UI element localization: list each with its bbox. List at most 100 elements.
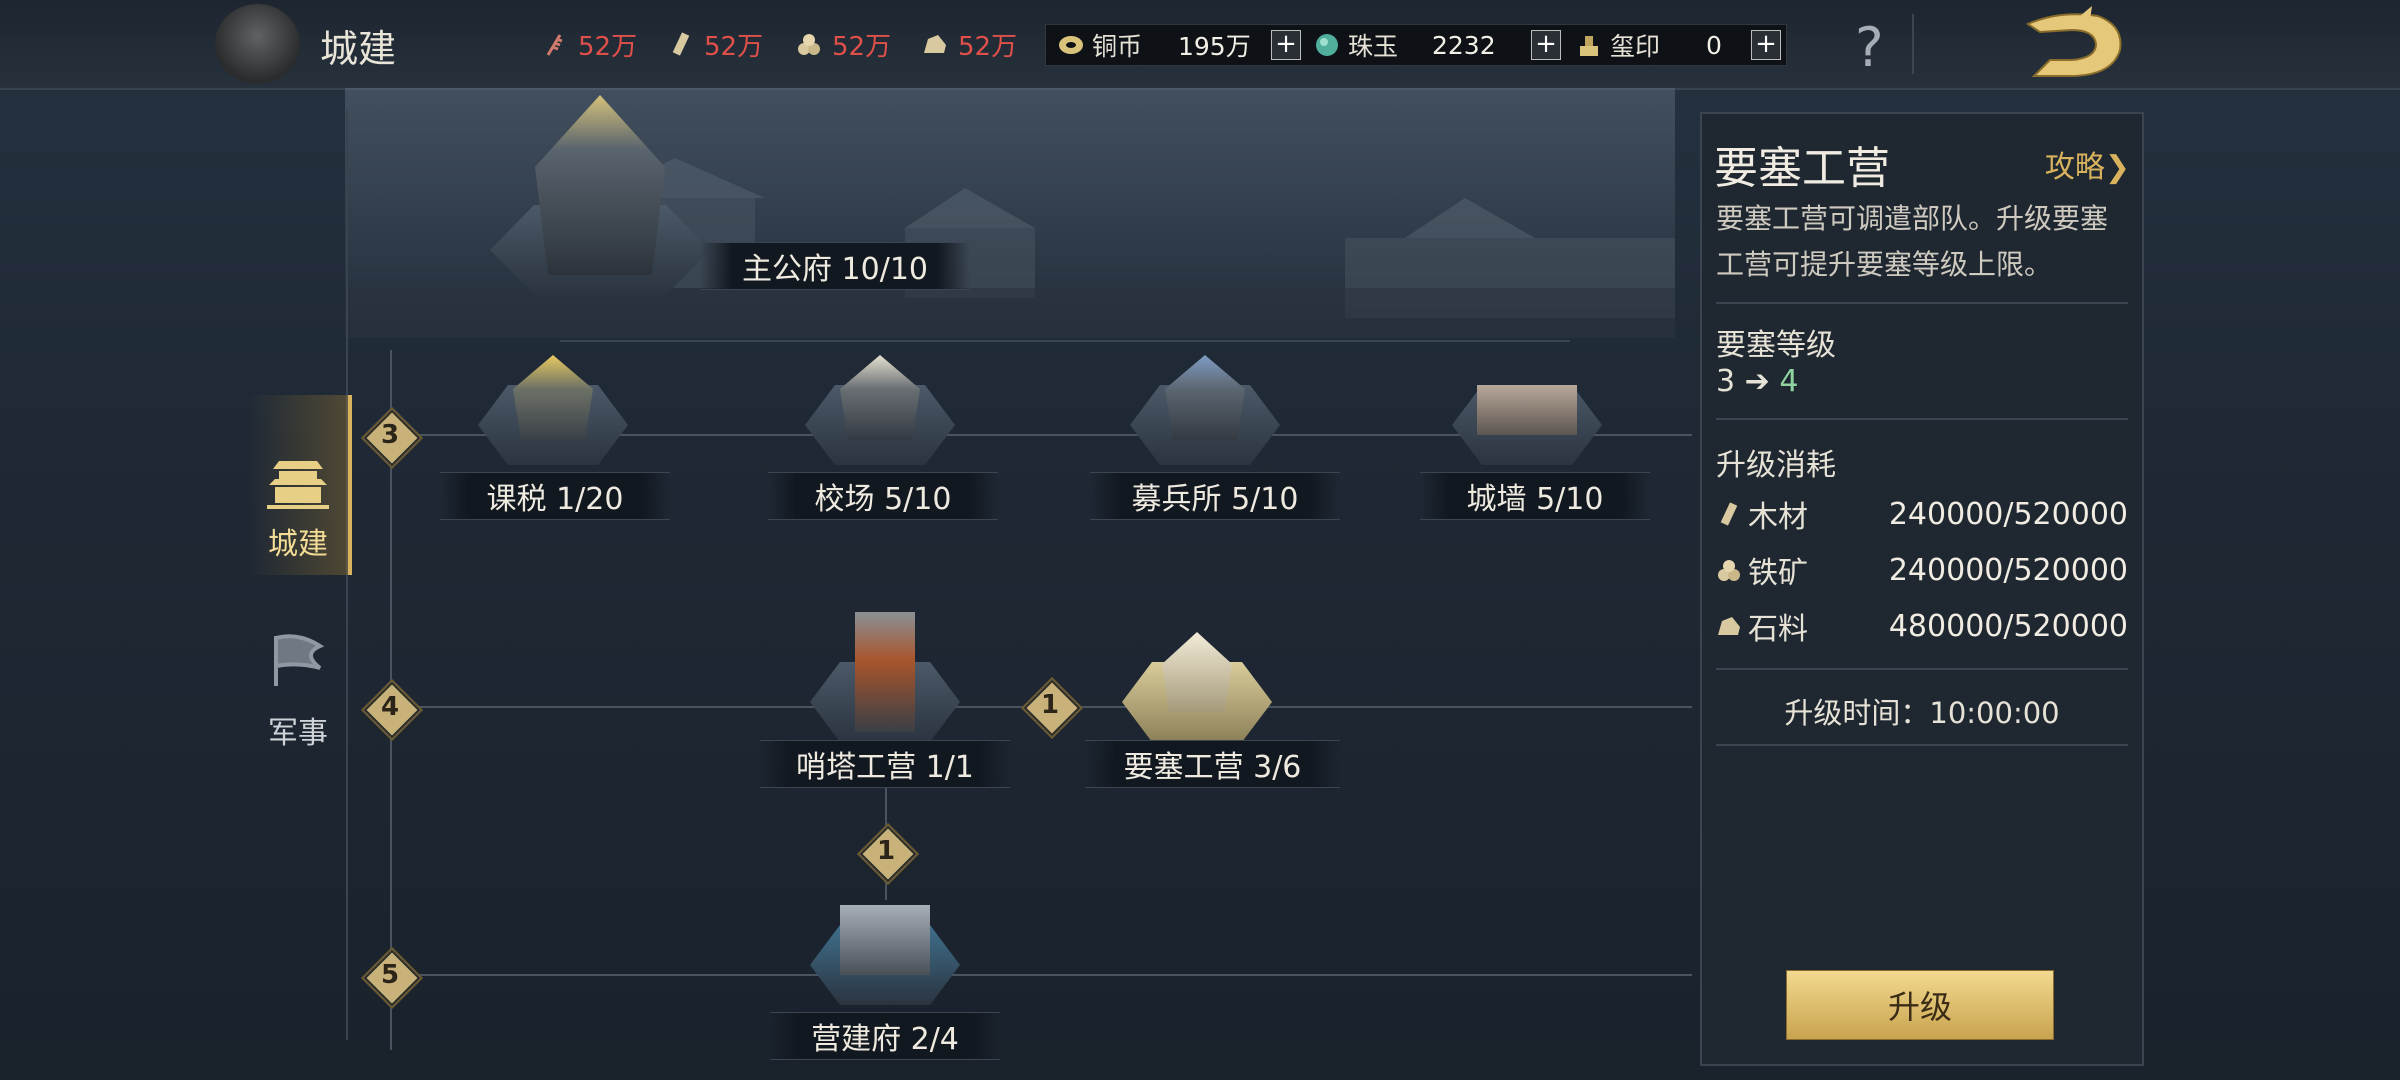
resource-value: 52万 — [704, 31, 764, 62]
cost-amount: 240000/520000 — [1888, 496, 2128, 532]
tier-number: 5 — [380, 960, 400, 990]
cost-amount: 240000/520000 — [1888, 552, 2128, 588]
watchtower-icon — [855, 612, 915, 732]
level-to: 4 — [1779, 364, 1799, 399]
grain-icon — [546, 34, 563, 56]
upgrade-button[interactable]: 升级 — [1786, 970, 2054, 1040]
currency-value: 0 — [1706, 30, 1722, 60]
panel-description: 要塞工营可调遣部队。升级要塞工营可提升要塞等级上限。 — [1716, 202, 2109, 281]
city-emblem-icon — [215, 4, 300, 84]
connector-number: 1 — [1040, 690, 1060, 720]
nav-label: 军事 — [268, 716, 328, 751]
building-tax[interactable] — [478, 355, 628, 465]
flag-icon — [274, 634, 325, 686]
cost-name: 石料 — [1748, 612, 1808, 647]
page-title: 城建 — [320, 27, 397, 71]
tree-divider — [560, 340, 1570, 342]
add-jade-button[interactable]: + — [1531, 30, 1561, 60]
level-from: 3 — [1716, 364, 1736, 399]
panel-divider — [1716, 744, 2128, 746]
building-label: 主公府 10/10 — [700, 242, 970, 290]
guide-link[interactable]: 攻略❯ — [2045, 142, 2130, 186]
add-copper-button[interactable]: + — [1271, 30, 1301, 60]
building-label: 营建府 2/4 — [770, 1012, 1000, 1060]
seal-icon — [1580, 36, 1598, 56]
building-main-hall[interactable] — [490, 95, 710, 295]
currency-panel: 铜币 195万 + 珠玉 2232 + 玺印 0 + — [1045, 24, 1787, 66]
cost-name: 铁矿 — [1748, 556, 1808, 591]
building-recruitment[interactable] — [1130, 355, 1280, 465]
building-label: 校场 5/10 — [768, 472, 998, 520]
main-hall-icon — [535, 95, 665, 275]
currency-label: 玺印 — [1610, 32, 1661, 61]
building-label: 哨塔工营 1/1 — [760, 740, 1010, 788]
upgrade-time: 升级时间：10:00:00 — [1784, 696, 2060, 730]
cost-name: 木材 — [1748, 500, 1808, 535]
building-label: 募兵所 5/10 — [1090, 472, 1340, 520]
building-label: 城墙 5/10 — [1420, 472, 1650, 520]
stone-icon — [1718, 617, 1740, 635]
currency-value: 195万 — [1178, 32, 1251, 61]
currency-copper: 铜币 195万 — [1058, 25, 1298, 65]
resource-value: 52万 — [578, 31, 638, 62]
iron-icon — [1718, 560, 1740, 581]
building-label: 要塞工营 3/6 — [1085, 740, 1340, 788]
currency-label: 铜币 — [1092, 32, 1143, 61]
cost-amount: 480000/520000 — [1888, 608, 2128, 644]
dragon-logo-icon[interactable] — [2020, 6, 2130, 82]
add-seal-button[interactable]: + — [1751, 30, 1781, 60]
cost-row-wood: 木材 240000/520000 — [1716, 494, 2128, 535]
guide-link-label: 攻略 — [2044, 150, 2105, 185]
construction-office-icon — [840, 905, 930, 975]
cost-heading: 升级消耗 — [1716, 448, 1836, 483]
building-city-wall[interactable] — [1452, 355, 1602, 465]
tier-number: 4 — [380, 692, 400, 722]
panel-divider — [1716, 668, 2128, 670]
panel-title: 要塞工营 — [1714, 143, 1890, 194]
building-detail-panel: 要塞工营 攻略❯ 要塞工营可调遣部队。升级要塞工营可提升要塞等级上限。 要塞等级… — [1700, 112, 2144, 1066]
resource-grain[interactable]: 52万 — [542, 26, 637, 62]
panel-divider — [1716, 418, 2128, 420]
currency-label: 珠玉 — [1348, 32, 1399, 61]
building-fortress-camp[interactable] — [1122, 612, 1272, 742]
building-watchtower-camp[interactable] — [810, 612, 960, 742]
recruitment-office-icon — [1165, 355, 1245, 440]
currency-value: 2232 — [1432, 30, 1496, 60]
resource-wood[interactable]: 52万 — [668, 26, 763, 62]
currency-seal: 玺印 0 — [1576, 25, 1776, 65]
tier-5-line — [392, 974, 1692, 976]
wood-icon — [1720, 502, 1738, 526]
resource-value: 52万 — [832, 31, 892, 62]
connector-number: 1 — [876, 836, 896, 866]
tax-office-icon — [513, 355, 593, 440]
nav-divider — [346, 110, 348, 1040]
nav-label: 城建 — [268, 527, 328, 562]
top-divider — [1912, 14, 1914, 74]
resource-value: 52万 — [958, 31, 1018, 62]
resource-stone[interactable]: 52万 — [922, 26, 1017, 62]
stone-icon — [924, 35, 946, 53]
building-drill-ground[interactable] — [805, 355, 955, 465]
chevron-right-icon: ❯ — [2104, 150, 2130, 185]
tent-icon — [1162, 632, 1232, 712]
resource-iron[interactable]: 52万 — [796, 26, 891, 62]
level-heading: 要塞等级 — [1716, 328, 1836, 363]
copper-coin-icon — [1059, 36, 1083, 54]
cost-row-iron: 铁矿 240000/520000 — [1716, 550, 2128, 591]
palace-icon — [267, 461, 329, 509]
arrow-right-icon: ➔ — [1744, 364, 1770, 399]
nav-tab-military[interactable]: 军事 — [248, 620, 348, 751]
tier-number: 3 — [380, 420, 400, 450]
panel-divider — [1716, 302, 2128, 304]
level-change: 3 ➔ 4 — [1716, 364, 1798, 399]
city-wall-icon — [1477, 385, 1577, 435]
cost-row-stone: 石料 480000/520000 — [1716, 606, 2128, 647]
help-icon[interactable]: ? — [1855, 16, 1884, 79]
jade-icon — [1316, 34, 1338, 56]
nav-tab-city[interactable]: 城建 — [248, 395, 352, 575]
iron-icon — [798, 34, 820, 55]
drill-ground-icon — [840, 355, 920, 440]
wood-icon — [672, 32, 690, 56]
building-label: 课税 1/20 — [440, 472, 670, 520]
building-construction-office[interactable] — [810, 895, 960, 1005]
